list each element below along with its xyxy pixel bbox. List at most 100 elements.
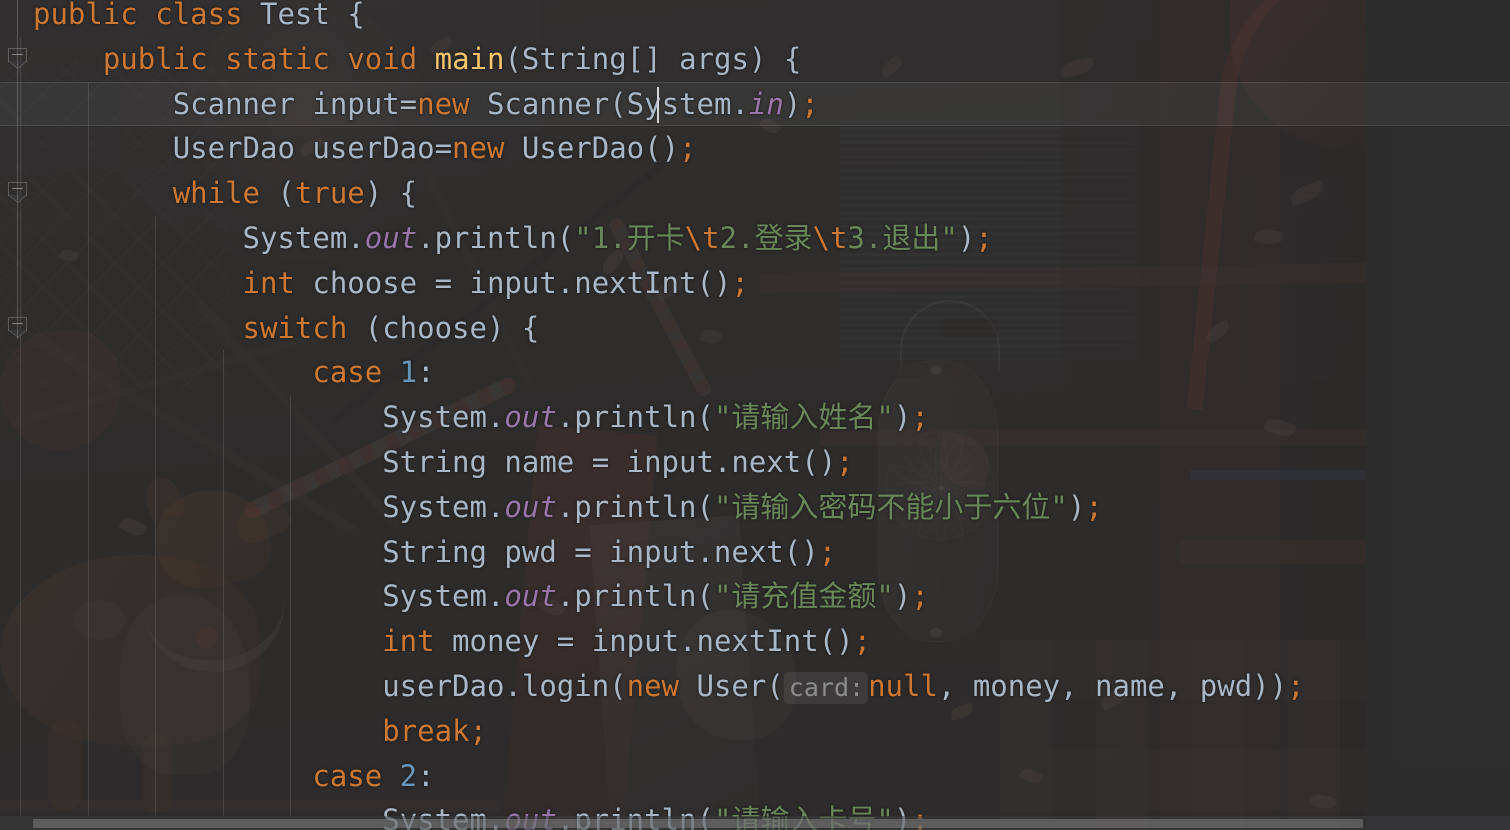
code-token: null	[868, 669, 938, 703]
code-line[interactable]: public static void main(String[] args) {	[0, 37, 1510, 82]
code-token: out	[504, 489, 557, 524]
code-token: System.	[382, 400, 505, 435]
code-token: :	[417, 758, 435, 793]
code-token: )	[957, 221, 976, 255]
code-token: public	[102, 41, 208, 76]
horizontal-scrollbar-track[interactable]	[0, 816, 1510, 830]
code-token: true	[294, 176, 365, 211]
code-token: ;	[911, 579, 929, 614]
code-token: new	[626, 669, 680, 703]
code-line[interactable]: UserDao userDao=new UserDao();	[0, 126, 1510, 171]
code-token: "1.开卡	[574, 221, 685, 255]
code-line[interactable]: System.out.println("请充值金额");	[0, 574, 1510, 619]
code-token: ;	[801, 86, 819, 121]
code-token: ;	[1287, 669, 1305, 703]
code-token: switch	[242, 310, 348, 345]
code-token: choose = input.nextInt()	[294, 265, 732, 300]
code-text-area[interactable]: public class Test { public static void m…	[0, 0, 1510, 830]
code-line-indent	[33, 87, 173, 121]
code-token: ;	[1085, 489, 1103, 524]
code-token: break	[382, 713, 470, 748]
code-token: out	[364, 221, 418, 255]
code-token: int	[382, 624, 435, 659]
code-token: new	[417, 86, 470, 121]
code-editor[interactable]: public class Test { public static void m…	[0, 0, 1510, 830]
code-token: "请输入姓名"	[713, 400, 894, 435]
code-token: "请充值金额"	[713, 579, 894, 614]
code-token: money = input.nextInt()	[434, 624, 854, 659]
code-token: )	[1067, 489, 1086, 524]
parameter-inlay-hint[interactable]: card:	[783, 672, 869, 704]
code-line[interactable]: System.out.println("请输入姓名");	[0, 395, 1510, 440]
code-line[interactable]: switch (choose) {	[0, 306, 1510, 351]
code-line-indent	[33, 131, 173, 165]
code-line[interactable]: Scanner input=new Scanner(System.in);	[0, 82, 1510, 127]
code-token: out	[504, 579, 557, 614]
code-token: System.	[242, 221, 365, 255]
code-line-indent	[33, 535, 382, 569]
code-token: \t	[812, 221, 848, 255]
code-token: new	[452, 131, 505, 166]
code-token: String pwd = input.next()	[382, 534, 819, 569]
code-token: case	[312, 355, 383, 390]
code-token: :	[417, 355, 435, 390]
code-line[interactable]: String name = input.next();	[0, 440, 1510, 485]
code-token: (choose) {	[347, 310, 540, 345]
code-line-indent	[33, 445, 382, 479]
code-token: Test	[260, 0, 330, 31]
code-line[interactable]: public class Test {	[0, 0, 1510, 37]
code-token: static	[225, 41, 330, 76]
code-token: 2	[399, 758, 418, 793]
code-token: while	[172, 176, 260, 211]
horizontal-scrollbar-thumb[interactable]	[33, 819, 1363, 828]
code-token: (	[260, 176, 295, 211]
code-line[interactable]: System.out.println("请输入密码不能小于六位");	[0, 485, 1510, 530]
code-line[interactable]: break;	[0, 709, 1510, 754]
code-token: System.	[382, 489, 505, 524]
code-token: )	[893, 579, 912, 614]
code-token: 2.登录	[719, 221, 813, 255]
code-line[interactable]: int money = input.nextInt();	[0, 619, 1510, 664]
code-line-indent	[33, 176, 173, 210]
code-token: .println(	[556, 579, 714, 614]
code-token: (String[] args) {	[504, 41, 802, 76]
code-token: ;	[679, 131, 697, 166]
code-token: UserDao()	[504, 131, 680, 166]
code-token: ) {	[364, 176, 418, 211]
code-token: out	[504, 400, 557, 435]
code-token: "请输入密码不能小于六位"	[713, 489, 1068, 524]
code-token: void	[347, 41, 418, 76]
code-line[interactable]: case 1:	[0, 350, 1510, 395]
code-token: userDao.login(	[382, 669, 627, 703]
code-line-indent	[33, 669, 382, 703]
code-line-indent	[33, 714, 382, 748]
code-token: )	[893, 400, 912, 435]
code-token: in	[748, 86, 784, 121]
code-line[interactable]: System.out.println("1.开卡\t2.登录\t3.退出");	[0, 216, 1510, 261]
code-line[interactable]: case 2:	[0, 754, 1510, 799]
code-token: ;	[836, 445, 854, 479]
code-line-indent	[33, 624, 382, 658]
code-line-indent	[33, 490, 382, 524]
code-token: ;	[911, 400, 929, 435]
code-line[interactable]: userDao.login(new User(card: null, money,…	[0, 664, 1510, 709]
code-token: System.	[382, 579, 505, 614]
code-token: .println(	[556, 489, 714, 524]
code-token: String name = input.next()	[382, 445, 837, 479]
code-token: 1	[399, 355, 418, 390]
code-line[interactable]: int choose = input.nextInt();	[0, 261, 1510, 306]
code-token: , money, name, pwd))	[937, 669, 1288, 703]
code-line[interactable]: while (true) {	[0, 171, 1510, 216]
text-caret	[657, 86, 660, 123]
code-line[interactable]: String pwd = input.next();	[0, 530, 1510, 575]
code-token: ;	[469, 713, 487, 748]
code-token: Scanner input=	[172, 86, 418, 121]
code-token: {	[329, 0, 365, 31]
code-line-indent	[33, 221, 243, 255]
code-line-indent	[33, 42, 103, 76]
